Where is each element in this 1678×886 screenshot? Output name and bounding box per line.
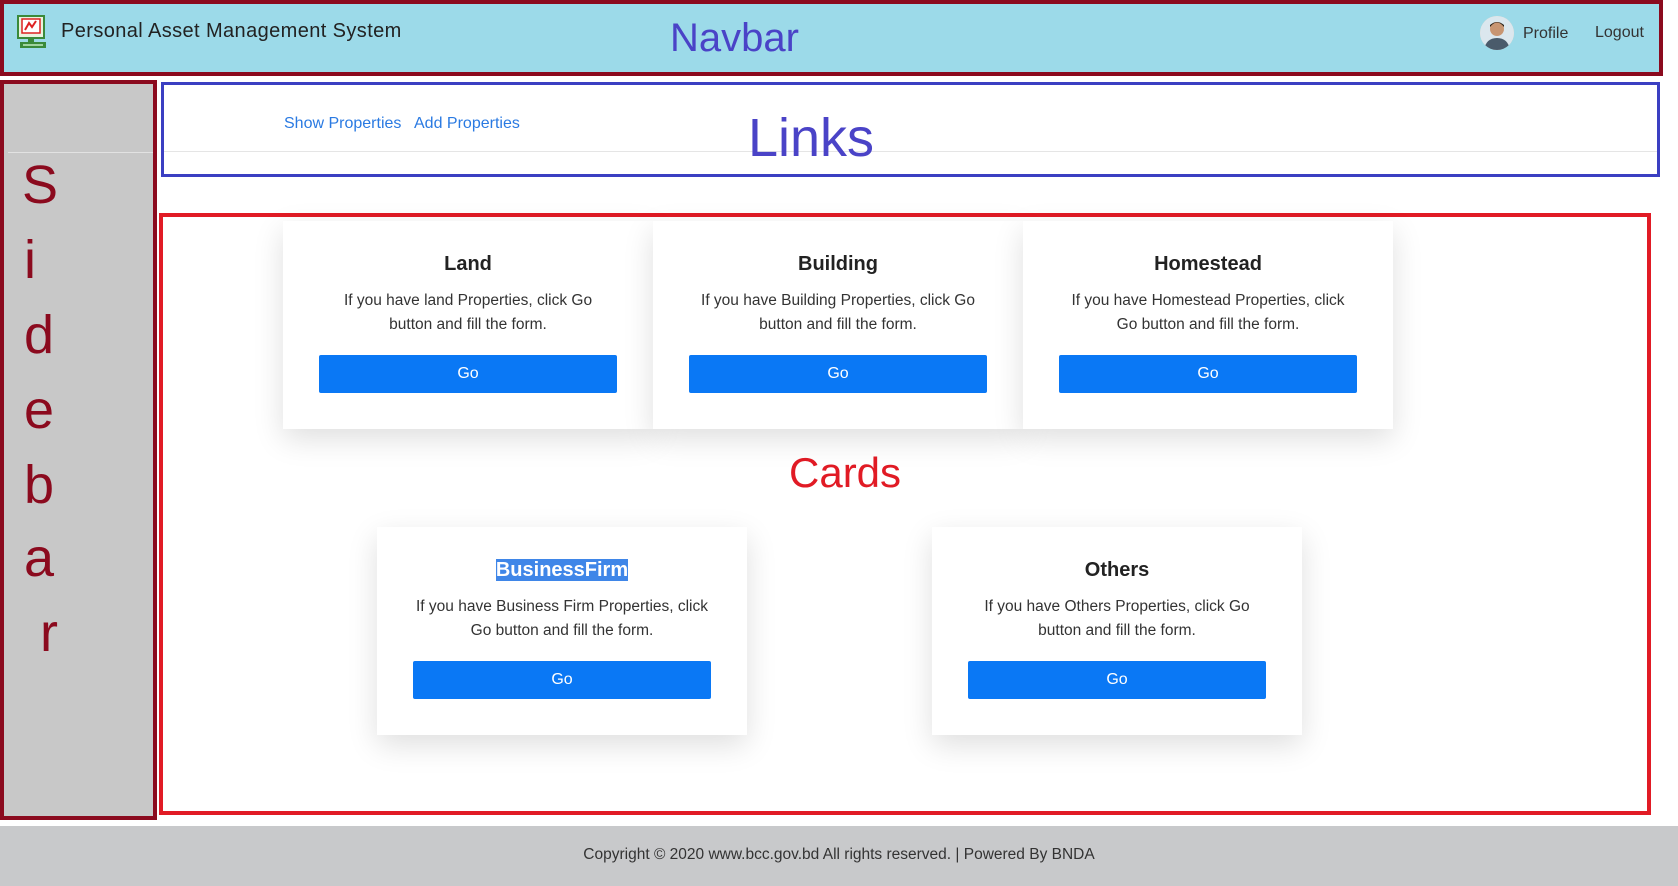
card-description: If you have Business Firm Properties, cl… xyxy=(415,598,709,639)
logout-link[interactable]: Logout xyxy=(1595,24,1644,42)
sidebar: S i d e b a r xyxy=(0,80,157,820)
card-title: Homestead xyxy=(1154,253,1262,275)
card-title: Building xyxy=(798,253,878,275)
show-properties-link[interactable]: Show Properties xyxy=(284,115,401,133)
sidebar-annotation-letter: r xyxy=(40,603,58,663)
navbar: Personal Asset Management System Navbar … xyxy=(0,0,1663,76)
sidebar-annotation-letter: a xyxy=(24,528,55,588)
card-others: Others If you have Others Properties, cl… xyxy=(932,527,1302,735)
navbar-annotation-label: Navbar xyxy=(670,16,799,60)
go-button[interactable]: Go xyxy=(1059,355,1357,393)
avatar[interactable] xyxy=(1480,16,1514,50)
sidebar-annotation-letter: b xyxy=(24,455,55,515)
card-description: If you have land Properties, click Go bu… xyxy=(343,292,593,333)
card-description: If you have Others Properties, click Go … xyxy=(984,598,1250,639)
sidebar-annotation-letter: i xyxy=(24,230,36,290)
go-button[interactable]: Go xyxy=(689,355,987,393)
card-title: Others xyxy=(1084,559,1150,581)
card-homestead: Homestead If you have Homestead Properti… xyxy=(1023,221,1393,429)
go-button[interactable]: Go xyxy=(319,355,617,393)
sidebar-annotation-letter: S xyxy=(22,155,59,215)
cards-region: Cards Land If you have land Properties, … xyxy=(159,213,1651,815)
links-bar: Show Properties Add Properties Links xyxy=(161,82,1660,177)
card-land: Land If you have land Properties, click … xyxy=(283,221,653,429)
app-title[interactable]: Personal Asset Management System xyxy=(61,20,402,43)
app-logo-icon[interactable] xyxy=(16,14,52,52)
card-title: BusinessFirm xyxy=(377,559,747,582)
card-business-firm: BusinessFirm If you have Business Firm P… xyxy=(377,527,747,735)
footer: Copyright © 2020 www.bcc.gov.bd All righ… xyxy=(0,826,1678,886)
sidebar-annotation-letter: e xyxy=(24,380,55,440)
card-title-text: BusinessFirm xyxy=(495,559,629,581)
sidebar-annotation-letter: d xyxy=(24,305,55,365)
card-description: If you have Building Properties, click G… xyxy=(701,292,975,333)
go-button[interactable]: Go xyxy=(413,661,711,699)
cards-annotation-label: Cards xyxy=(789,449,902,496)
card-title: Land xyxy=(444,253,492,275)
go-button[interactable]: Go xyxy=(968,661,1266,699)
links-divider xyxy=(164,151,1657,152)
page: Personal Asset Management System Navbar … xyxy=(0,0,1678,886)
user-avatar-icon xyxy=(1480,16,1514,50)
links-annotation-label: Links xyxy=(748,108,875,168)
sidebar-divider xyxy=(8,152,153,153)
add-properties-link[interactable]: Add Properties xyxy=(414,115,520,133)
card-description: If you have Homestead Properties, click … xyxy=(1071,292,1345,333)
card-building: Building If you have Building Properties… xyxy=(653,221,1023,429)
profile-link[interactable]: Profile xyxy=(1523,25,1568,43)
footer-copyright: Copyright © 2020 www.bcc.gov.bd All righ… xyxy=(583,846,1095,863)
